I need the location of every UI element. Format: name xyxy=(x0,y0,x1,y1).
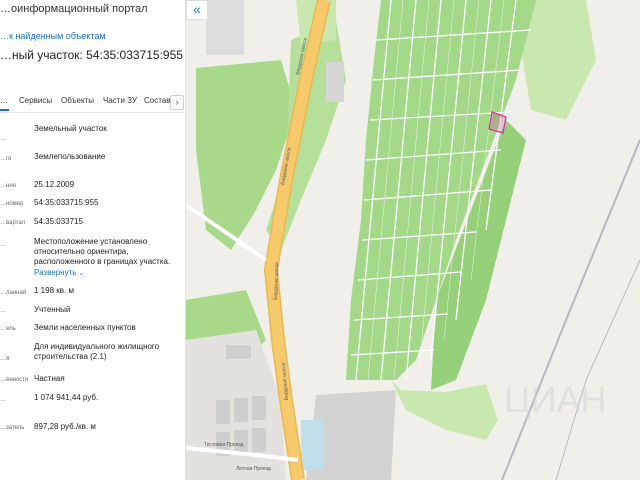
field-label-kind: …го xyxy=(0,156,12,162)
tab-objects[interactable]: Объекты xyxy=(61,96,94,105)
field-label-cadastral-number: …номер xyxy=(0,201,24,207)
active-tab-indicator xyxy=(0,109,9,111)
chevron-down-icon: ⌄ xyxy=(78,270,85,277)
field-label-cadastral-value: … xyxy=(0,397,6,403)
field-value-type: Земельный участок xyxy=(34,124,107,133)
parking-area xyxy=(301,420,323,470)
selected-parcel[interactable] xyxy=(488,111,507,134)
field-value-specific-value: 897,28 руб./кв. м xyxy=(34,422,96,431)
app-window: …оинформационный портал …к найденным объ… xyxy=(0,0,640,480)
field-value-permitted-use: Для индивидуального жилищного строительс… xyxy=(34,342,160,361)
street-label-lower-1: Тестовая Проезд xyxy=(204,442,244,448)
field-value-cadastral-value: 1 074 941,44 руб. xyxy=(34,393,99,402)
field-label-status: … xyxy=(0,308,6,314)
watermark-logo: ЦИАН xyxy=(504,379,607,420)
field-value-land-category: Земли населенных пунктов xyxy=(34,323,136,332)
field-value-quarter: 54:35:033715 xyxy=(34,217,83,226)
field-value-address: Местоположение установлено относительно … xyxy=(34,237,171,266)
field-value-area: 1 198 кв. м xyxy=(34,286,74,295)
field-label-type: … xyxy=(0,136,6,142)
field-value-date: 25.12.2009 xyxy=(34,180,75,189)
green-strip-south xyxy=(391,380,498,440)
residential-plots xyxy=(346,0,536,390)
chevron-right-icon: › xyxy=(175,97,179,107)
field-value-kind: Землепользование xyxy=(34,152,106,161)
field-value-ownership: Частная xyxy=(34,374,65,383)
tab-composition[interactable]: Состав xyxy=(144,96,171,105)
field-value-status: Учтенный xyxy=(34,305,71,314)
tab-services[interactable]: Сервисы xyxy=(19,96,52,105)
tab-parts[interactable]: Части ЗУ xyxy=(103,96,137,105)
field-label-quarter: …вартал xyxy=(0,220,26,226)
tab-divider xyxy=(0,112,185,113)
tab-bar: … Сервисы Объекты Части ЗУ Состав xyxy=(0,96,185,111)
field-label-ownership: …енности xyxy=(0,377,29,383)
runway-edge xyxy=(555,259,640,480)
field-label-land-category: …ель xyxy=(0,326,16,332)
parcel-title: …ный участок: 54:35:033715:955 xyxy=(0,48,183,62)
expand-address-link[interactable]: Развернуть ⌄ xyxy=(34,268,182,279)
collapse-panel-button[interactable]: « xyxy=(186,0,208,20)
building-block-north xyxy=(206,0,244,55)
tabs-next-button[interactable]: › xyxy=(170,95,184,110)
field-label-specific-value: …затель xyxy=(0,425,25,431)
double-chevron-left-icon: « xyxy=(193,1,201,17)
street-label-lower-2: Летная Проезд xyxy=(236,466,271,472)
building-tall xyxy=(326,62,344,102)
map-canvas[interactable]: Бердское шоссе Бердское шоссе Бердское ш… xyxy=(186,0,640,480)
field-label-permitted-use: …я xyxy=(0,356,10,362)
tab-info[interactable]: … xyxy=(0,96,8,105)
map-view[interactable]: Бердское шоссе Бердское шоссе Бердское ш… xyxy=(186,0,640,480)
field-label-address: … xyxy=(0,242,6,248)
expand-link-label: Развернуть xyxy=(34,268,77,277)
portal-title: …оинформационный портал xyxy=(0,3,148,15)
back-to-results-link[interactable]: …к найденным объектам xyxy=(0,31,106,41)
field-label-area: …ланная xyxy=(0,290,27,296)
info-panel: …оинформационный портал …к найденным объ… xyxy=(0,0,186,480)
field-label-date: …ния xyxy=(0,183,16,189)
field-value-cadastral-number: 54:35:033715:955 xyxy=(34,198,99,207)
